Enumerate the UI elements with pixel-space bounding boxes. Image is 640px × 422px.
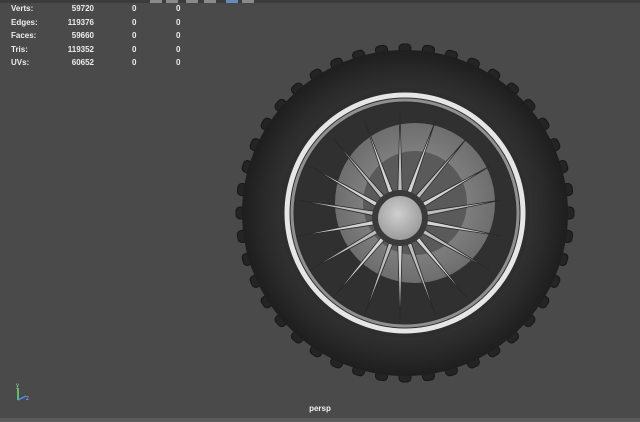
hud-value-selected: 0: [132, 4, 137, 13]
poly-count-hud: Verts: 59720 0 0 Edges: 119376 0 0 Faces…: [6, 2, 186, 70]
toolbar-button[interactable]: [242, 0, 254, 3]
camera-name-label: persp: [309, 404, 331, 413]
hud-value-selected: 0: [132, 44, 137, 54]
hud-row-tris: Tris: 119352 0 0: [6, 43, 186, 57]
hud-label: Edges:: [11, 17, 38, 27]
axis-z-label: z: [26, 396, 29, 402]
hud-value: 60652: [71, 58, 94, 67]
hud-value: 59720: [71, 4, 94, 13]
hud-value-highlight: 0: [176, 58, 181, 67]
hud-value-highlight: 0: [176, 17, 181, 27]
hud-label: Tris:: [11, 44, 28, 54]
hud-row-verts: Verts: 59720 0 0: [6, 2, 186, 16]
toolbar-button[interactable]: [204, 0, 216, 3]
hud-row-faces: Faces: 59660 0 0: [6, 29, 186, 43]
z-axis-icon: [17, 395, 27, 401]
hud-value-highlight: 0: [176, 31, 181, 40]
hud-label: UVs:: [11, 58, 30, 67]
hud-value: 59660: [71, 31, 94, 40]
hud-value: 119352: [67, 44, 94, 54]
toolbar-button[interactable]: [186, 0, 198, 3]
hud-value: 119376: [67, 17, 94, 27]
wheel-model[interactable]: [230, 28, 580, 393]
hud-value-highlight: 0: [176, 4, 181, 13]
viewport-persp[interactable]: Verts: 59720 0 0 Edges: 119376 0 0 Faces…: [0, 0, 640, 422]
hud-value-selected: 0: [132, 58, 137, 67]
toolbar-button[interactable]: [226, 0, 238, 3]
hud-value-highlight: 0: [176, 44, 181, 54]
hud-value-selected: 0: [132, 17, 137, 27]
hud-label: Faces:: [11, 31, 37, 40]
hub-cap: [378, 196, 422, 240]
axis-y-label: y: [16, 383, 19, 389]
hud-label: Verts:: [11, 4, 34, 13]
hud-row-uvs: UVs: 60652 0 0: [6, 56, 186, 70]
hud-value-selected: 0: [132, 31, 137, 40]
viewport-bottom-border: [0, 418, 640, 422]
hud-row-edges: Edges: 119376 0 0: [6, 16, 186, 30]
